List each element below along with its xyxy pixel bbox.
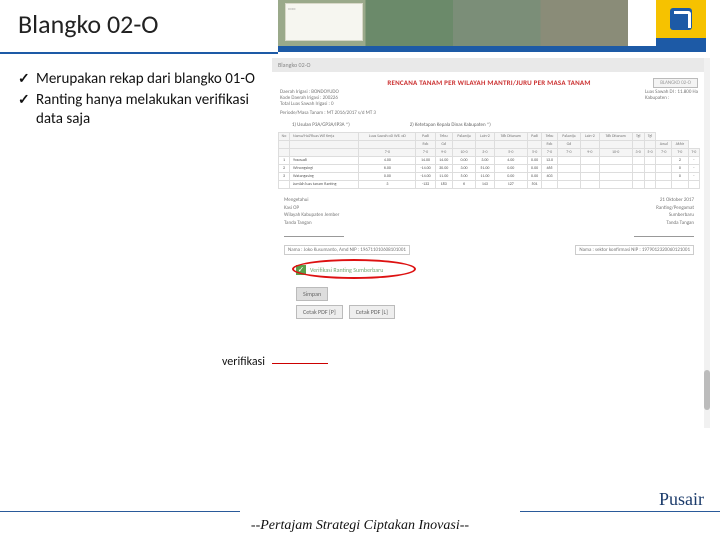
slide-title: Blangko 02-O [18,8,159,40]
motto: --Pertajam Strategi Ciptakan Inovasi-- [0,518,720,534]
callout-label: verifikasi [222,355,265,369]
data-table: NoNama/Hal/Ruas Wil KerjaLuas Sawah oD W… [278,132,700,189]
print-pdf-l-button[interactable]: Cetak PDF [L] [349,305,395,319]
pu-logo [656,0,706,46]
blue-band [278,46,706,52]
highlight-ellipse [292,259,416,279]
login-thumb: ▭▭ [285,3,363,41]
verify-checkbox-row[interactable]: ✓ Verifikasi Ranting Sumberbaru [296,265,682,275]
button-row: Simpan [272,283,706,305]
signature-row: Mengetahui Kasi OP Wilayah Kabupaten Jem… [272,191,706,243]
doc-title: RENCANA TANAM PER WILAYAH MANTRI/JURU PE… [272,78,706,87]
periode: Periode/Masa Tanam : MT 2016/2017 s/d MT… [272,108,706,118]
app-screenshot: Blangko 02-O BLANGKO 02-O RENCANA TANAM … [272,58,706,428]
slide: ▭▭ Blangko 02-O Merupakan rekap dari bla… [0,0,720,540]
meta-left: Daerah Irigasi : BONDOYUDO Kode Daerah I… [280,89,339,107]
scrollbar[interactable] [704,58,710,428]
bullet-item: Ranting hanya melakukan verifikasi data … [18,91,264,129]
brand: Pusair [659,489,704,510]
meta-right: Luas Sawah DI : 11.800 Ha Kabupaten : [645,89,698,107]
names-row: Nama : Joko Kusumanto, Amd NIP : 1967110… [272,243,706,257]
bullet-list: Merupakan rekap dari blangko 01-O Rantin… [18,70,264,130]
section-headers: 1) Usulan P3A/GP3A/IP3A *) 2) Ketetapan … [272,118,706,130]
bullet-item: Merupakan rekap dari blangko 01-O [18,70,264,89]
print-pdf-p-button[interactable]: Cetak PDF [P] [296,305,343,319]
footer-line-left [0,511,240,512]
save-button[interactable]: Simpan [296,287,328,301]
title-underline [0,52,278,54]
footer-line-right [520,511,720,512]
callout-line [272,363,328,364]
blangko-tag: BLANGKO 02-O [653,78,698,88]
breadcrumb: Blangko 02-O [272,58,706,72]
